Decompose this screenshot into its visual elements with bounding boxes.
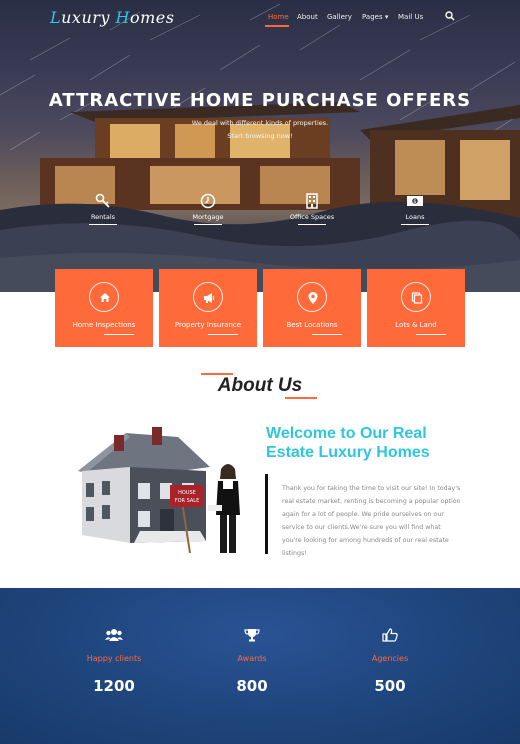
feature-loans[interactable]: $ Loans (385, 193, 445, 225)
clock-icon (200, 193, 216, 209)
money-icon: $ (407, 196, 423, 206)
house-for-sale-illustration: HOUSE FOR SALE (78, 427, 240, 554)
service-card-best-locations[interactable]: Best Locations (263, 269, 361, 347)
feature-mortgage[interactable]: Mortgage (178, 193, 238, 225)
logo-initial-h: H (115, 8, 130, 27)
about-text-bar (265, 474, 268, 554)
feature-underline (194, 224, 222, 225)
service-label: Best Locations (286, 321, 338, 329)
about-paragraph: Thank you for taking the time to visit o… (282, 485, 461, 557)
hero-section: Luxury Homes Home About Gallery Pages ▾ … (0, 0, 520, 292)
about-title: About Us (217, 375, 303, 396)
feature-rentals[interactable]: Rentals (73, 193, 133, 225)
feature-office-spaces[interactable]: Office Spaces (282, 193, 342, 225)
service-card-home-inspections[interactable]: Home Inspections (55, 269, 153, 347)
megaphone-icon (204, 293, 215, 303)
chevron-down-icon: ▾ (384, 13, 389, 21)
nav-pages-label: Pages (362, 13, 383, 21)
nav-gallery[interactable]: Gallery (327, 13, 352, 21)
key-icon (95, 193, 110, 208)
svg-text:$: $ (413, 199, 416, 205)
service-underline (208, 334, 238, 335)
home-icon (100, 293, 110, 302)
users-icon (105, 629, 123, 641)
stat-label: Agencies (371, 654, 409, 663)
feature-label: Rentals (90, 213, 116, 221)
stat-agencies: Agencies 500 (328, 628, 452, 695)
feature-label: Office Spaces (289, 213, 335, 221)
building-icon (306, 193, 318, 209)
stat-happy-clients: Happy clients 1200 (52, 628, 176, 695)
service-underline (416, 334, 446, 335)
about-title-decor-bottom (285, 397, 317, 399)
service-label: Home Inspections (72, 321, 136, 329)
service-label: Property Insurance (174, 321, 242, 329)
thumbs-up-icon (382, 628, 398, 642)
sign-text-for-sale: FOR SALE (175, 498, 200, 504)
service-icon-circle (89, 282, 119, 312)
sign-text-house: HOUSE (178, 490, 196, 496)
copy-icon (411, 292, 423, 304)
service-card-lots-land[interactable]: Lots & Land (367, 269, 465, 347)
logo-text-omes: omes (129, 8, 175, 27)
stat-value: 500 (374, 677, 406, 695)
service-card-property-insurance[interactable]: Property Insurance (159, 269, 257, 347)
nav-about[interactable]: About (297, 13, 318, 21)
page: Luxury Homes Home About Gallery Pages ▾ … (0, 0, 520, 744)
service-icon-circle (401, 282, 431, 312)
modern-house-photo (0, 102, 520, 292)
stat-label: Awards (237, 654, 267, 663)
nav-active-indicator (265, 25, 289, 27)
logo-initial-l: L (50, 8, 62, 27)
service-icon-circle (297, 282, 327, 312)
feature-underline (89, 224, 117, 225)
service-label: Lots & Land (395, 321, 437, 329)
welcome-heading: Welcome to Our Real Estate Luxury Homes (266, 424, 466, 462)
search-icon[interactable] (445, 11, 455, 21)
service-underline (312, 334, 342, 335)
service-icon-circle (193, 282, 223, 312)
feature-label: Loans (405, 213, 425, 221)
service-underline (104, 334, 134, 335)
stat-awards: Awards 800 (190, 628, 314, 695)
trophy-icon (244, 629, 260, 642)
hero-subtitle-line1: We deal with different kinds of properti… (191, 119, 329, 127)
top-nav: Luxury Homes Home About Gallery Pages ▾ … (0, 0, 520, 34)
stat-value: 1200 (93, 677, 135, 695)
map-pin-icon (308, 292, 318, 304)
logo-text-uxury: uxury (61, 8, 116, 27)
hero-subtitle-line2: Start browsing now! (227, 132, 293, 140)
hero-title: ATTRACTIVE HOME PURCHASE OFFERS (48, 90, 472, 111)
stat-label: Happy clients (86, 654, 142, 663)
nav-mail-us[interactable]: Mail Us (398, 13, 423, 21)
feature-underline (298, 224, 326, 225)
feature-label: Mortgage (192, 213, 224, 221)
stat-value: 800 (236, 677, 268, 695)
welcome-heading-line1: Welcome to Our Real (266, 425, 427, 442)
welcome-heading-line2: Estate Luxury Homes (266, 444, 430, 461)
brand-logo[interactable]: Luxury Homes (50, 8, 174, 27)
nav-pages[interactable]: Pages ▾ (362, 13, 388, 21)
feature-underline (401, 224, 429, 225)
nav-home[interactable]: Home (268, 13, 289, 21)
